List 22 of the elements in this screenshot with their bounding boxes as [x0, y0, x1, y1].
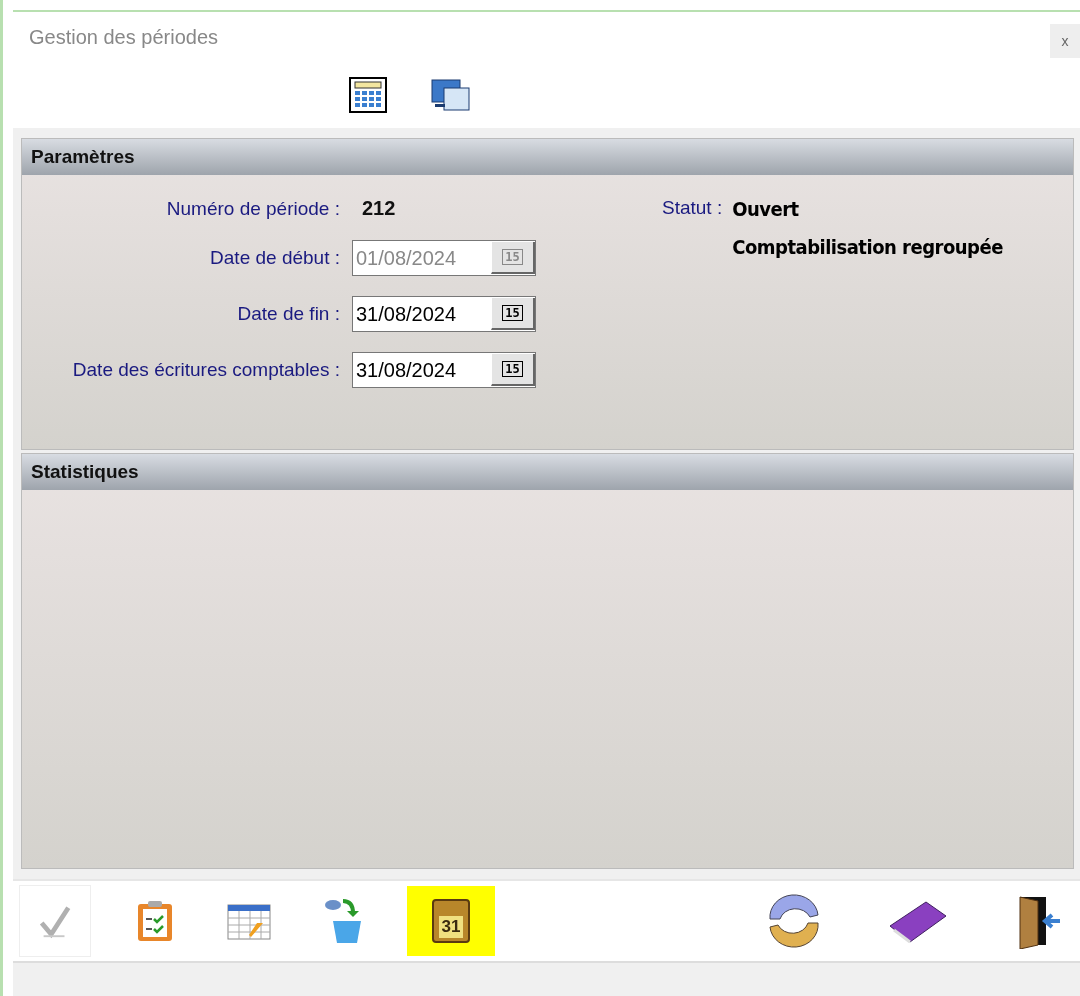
status-label: Statut :	[662, 197, 723, 220]
date-field[interactable]: 31/08/2024 15	[352, 296, 536, 332]
period-number: 212	[361, 197, 397, 220]
field-label: Date de fin :	[236, 303, 340, 325]
field-label: Numéro de période :	[165, 197, 340, 220]
calendar-button[interactable]: 31	[407, 886, 495, 956]
table-icon	[227, 901, 271, 941]
close-button[interactable]: x	[1050, 24, 1080, 58]
calendar-icon: 31	[432, 899, 470, 943]
field-label: Date des écritures comptables :	[71, 359, 340, 381]
calculator-icon[interactable]	[349, 77, 387, 113]
calendar-button[interactable]: 15	[491, 298, 535, 330]
monitor-icon[interactable]	[431, 78, 471, 112]
section-header: Statistiques	[22, 454, 1073, 490]
clipboard-icon	[135, 899, 175, 943]
calendar-button[interactable]: 15	[491, 354, 535, 386]
section-header: Paramètres	[22, 139, 1073, 175]
status-value: Ouvert	[732, 197, 800, 221]
field-label: Date de début :	[209, 247, 340, 269]
date-field[interactable]: 31/08/2024 15	[352, 352, 536, 388]
posting-mode: Comptabilisation regroupée	[732, 235, 1003, 259]
window-title: Gestion des périodes	[29, 25, 218, 49]
